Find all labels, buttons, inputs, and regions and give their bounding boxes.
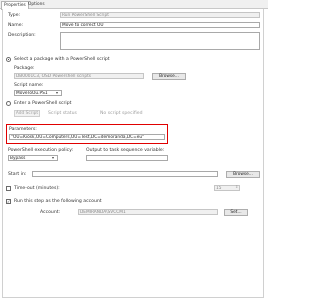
tab-options[interactable]: Options — [26, 1, 47, 9]
name-input[interactable]: Move to correct OU — [60, 22, 260, 28]
description-input[interactable] — [60, 32, 260, 50]
type-field: Run PowerShell Script — [60, 12, 260, 18]
execution-policy-select[interactable]: Bypass — [8, 155, 58, 161]
start-in-label: Start in: — [8, 172, 27, 177]
package-browse-button[interactable]: Browse... — [152, 73, 186, 80]
account-set-button[interactable]: Set... — [224, 209, 248, 216]
package-label: Package: — [14, 66, 35, 71]
add-script-button[interactable]: Add Script — [14, 110, 40, 117]
output-variable-label: Output to task sequence variable: — [86, 148, 165, 153]
timeout-label: Time-out (minutes): — [14, 186, 60, 191]
script-name-chevron-down-icon[interactable]: ▾ — [56, 90, 58, 95]
execution-policy-chevron-down-icon[interactable]: ▾ — [52, 155, 54, 160]
output-variable-input[interactable] — [86, 155, 168, 161]
start-in-browse-button[interactable]: Browse... — [226, 171, 260, 178]
script-name-label: Script name: — [14, 83, 44, 88]
enter-script-label: Enter a PowerShell script — [14, 101, 72, 106]
description-label: Description: — [8, 33, 36, 38]
script-status-label: Script status — [48, 111, 77, 116]
enter-script-radio[interactable] — [6, 101, 11, 106]
run-as-checkbox[interactable]: ✓ — [6, 199, 11, 204]
start-in-input[interactable] — [32, 171, 218, 177]
type-label: Type: — [8, 13, 21, 18]
name-label: Name: — [8, 23, 24, 28]
run-as-label: Run this step as the following account — [14, 199, 102, 204]
timeout-spin-icon[interactable]: ⇕ — [235, 184, 238, 189]
parameters-label: Parameters: — [9, 127, 37, 132]
parameters-input[interactable]: "OU=Kiosk,OU=Computers,OU=Test,DC=demora… — [9, 134, 165, 140]
timeout-checkbox[interactable] — [6, 186, 11, 191]
package-radio[interactable] — [6, 57, 11, 62]
execution-policy-label: PowerShell execution policy: — [8, 148, 74, 153]
properties-panel — [2, 9, 264, 298]
account-field: DEMIRANDA\SVCCM1 — [78, 209, 218, 215]
no-script-label: No script specified — [100, 111, 143, 116]
script-name-select[interactable]: MoveToOu.PS1 — [14, 90, 62, 96]
package-field: DB0001C3, OSD Powershell scripts — [14, 73, 144, 79]
account-label: Account: — [40, 210, 61, 215]
package-option-label: Select a package with a PowerShell scrip… — [14, 57, 110, 62]
